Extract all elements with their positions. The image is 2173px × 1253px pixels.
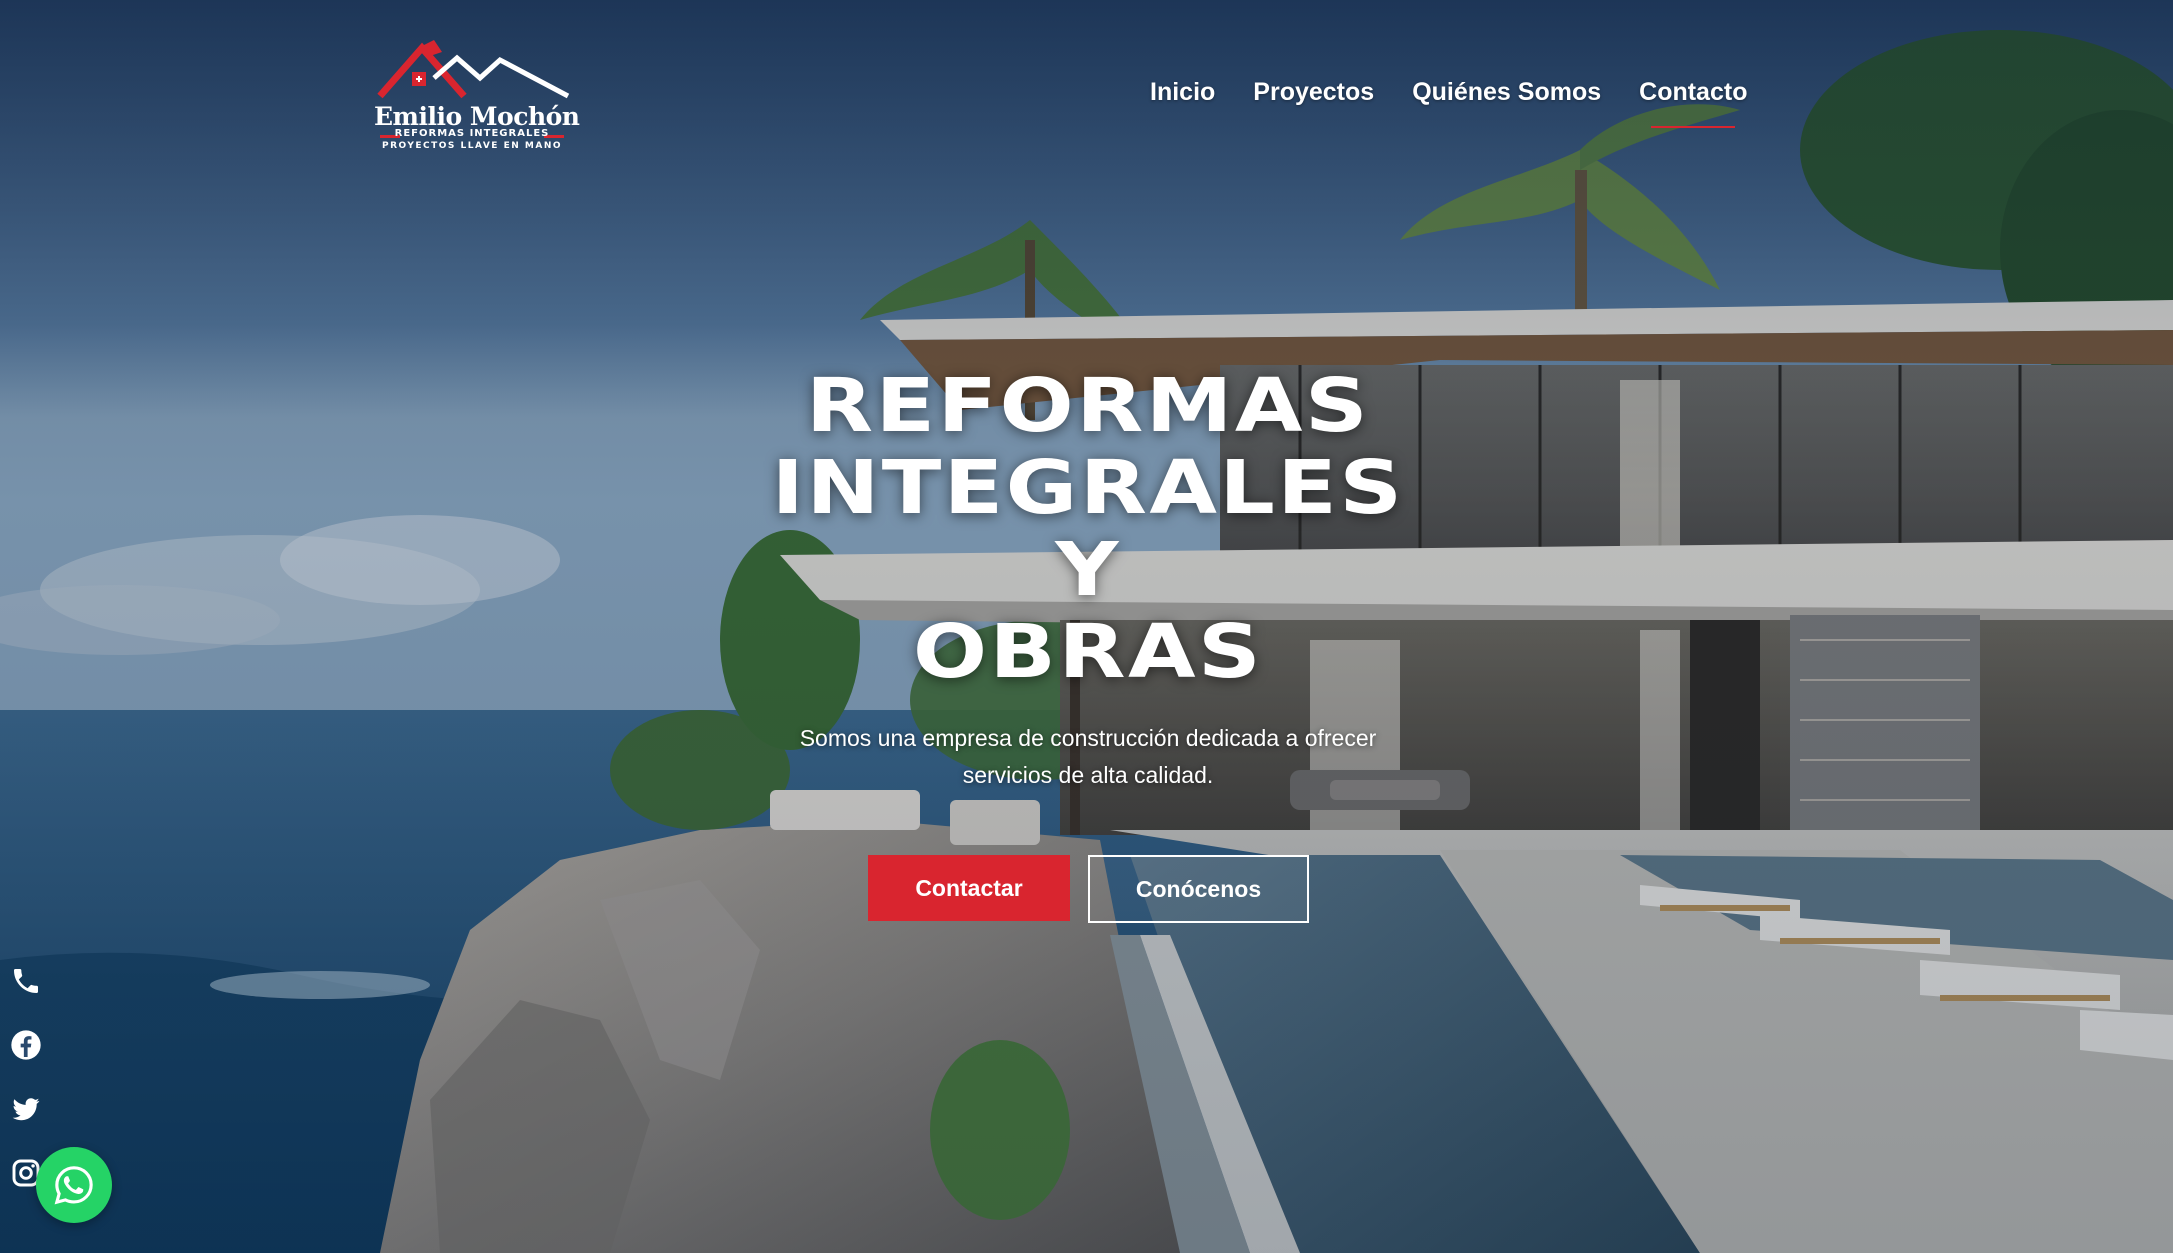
phone-icon[interactable] [10, 965, 42, 997]
logo-name: Emilio Mochón [374, 102, 580, 131]
logo-tagline-1: REFORMAS INTEGRALES [394, 128, 550, 139]
hero-title-line: REFORMAS [805, 363, 1371, 449]
logo-tagline-2: PROYECTOS LLAVE EN MANO [381, 141, 563, 151]
whatsapp-icon [54, 1166, 93, 1205]
page: Emilio Mochón REFORMAS INTEGRALES PROYEC… [0, 0, 2173, 1253]
hero-title: REFORMAS INTEGRALES Y OBRAS [498, 365, 1678, 693]
whatsapp-button[interactable] [36, 1147, 112, 1223]
hero-title-line: INTEGRALES [771, 445, 1405, 531]
conocenos-button[interactable]: Conócenos [1088, 855, 1309, 923]
hero-title-line: Y [1055, 527, 1121, 613]
contactar-button[interactable]: Contactar [868, 855, 1070, 921]
hero-subtitle-line: servicios de alta calidad. [962, 762, 1214, 788]
logo[interactable]: Emilio Mochón REFORMAS INTEGRALES PROYEC… [372, 38, 580, 158]
roof-logo-icon [377, 40, 570, 99]
main-nav: Inicio Proyectos Quiénes Somos Contacto [1150, 78, 1747, 128]
nav-item-contacto[interactable]: Contacto [1639, 78, 1747, 128]
twitter-icon[interactable] [10, 1093, 42, 1125]
hero-subtitle: Somos una empresa de construcción dedica… [738, 720, 1438, 794]
nav-item-inicio[interactable]: Inicio [1150, 78, 1215, 118]
facebook-icon[interactable] [10, 1029, 42, 1061]
hero-title-line: OBRAS [912, 609, 1264, 695]
hero-subtitle-line: Somos una empresa de construcción dedica… [799, 725, 1377, 751]
nav-item-proyectos[interactable]: Proyectos [1253, 78, 1374, 118]
nav-item-quienes-somos[interactable]: Quiénes Somos [1412, 78, 1601, 118]
